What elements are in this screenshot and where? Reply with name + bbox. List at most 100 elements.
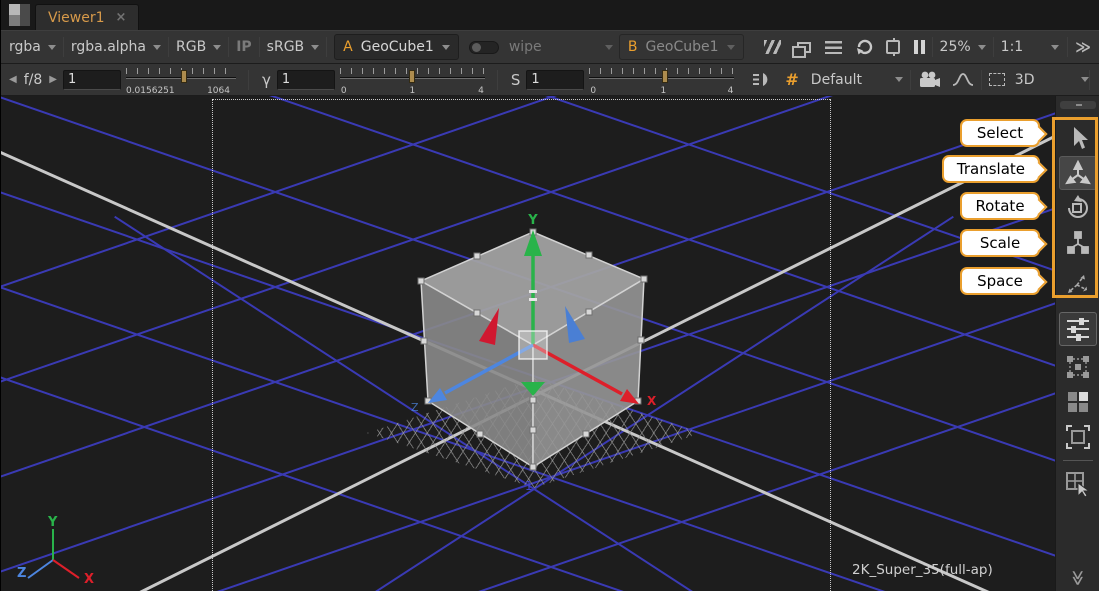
input-b-dropdown[interactable]: B GeoCube1 [619, 34, 744, 60]
lut-dropdown[interactable]: Default [811, 72, 903, 88]
gamma-input[interactable] [277, 70, 335, 90]
tick-label: 0 [341, 86, 347, 96]
prev-fstop-button[interactable]: ◀ [9, 74, 17, 85]
channels-dropdown[interactable]: RGB [176, 39, 221, 55]
tab-label: Viewer1 [48, 10, 105, 26]
chevron-down-icon [605, 45, 613, 50]
viewer-settings-button[interactable] [1059, 312, 1097, 346]
proxy-stripes-icon[interactable] [764, 40, 781, 54]
separator [910, 70, 911, 90]
roi-icon[interactable] [886, 40, 900, 54]
separator [1067, 37, 1068, 57]
callout-translate: Translate [942, 155, 1040, 183]
tick-label: 4 [728, 86, 734, 96]
callout-select: Select [960, 119, 1040, 147]
alpha-dropdown[interactable]: rgba.alpha [71, 39, 161, 55]
chevron-down-icon [153, 45, 161, 50]
slider-handle[interactable] [181, 70, 187, 83]
callout-space-label: Space [977, 272, 1023, 290]
separator [981, 70, 982, 90]
layout-cursor-icon [1064, 470, 1092, 498]
input-a-dropdown[interactable]: A GeoCube1 [334, 34, 459, 60]
float-window-icon[interactable] [797, 42, 811, 53]
callout-select-label: Select [977, 124, 1023, 142]
pane-menu-icon[interactable] [9, 4, 30, 26]
axis-z-line [28, 560, 53, 578]
chevron-down-icon [1051, 45, 1059, 50]
input-a-value: GeoCube1 [361, 39, 434, 55]
axis-z-label: Z [17, 566, 26, 581]
gain-input[interactable] [63, 70, 121, 90]
divider [1063, 460, 1093, 461]
axis-x-line [53, 560, 79, 578]
callout-scale-label: Scale [980, 234, 1020, 252]
axis-y-label: Y [47, 515, 58, 530]
input-a-label: A [343, 39, 353, 55]
zoom-dropdown[interactable]: 25% [940, 39, 986, 55]
scanlines-icon[interactable] [825, 41, 842, 54]
separator [1089, 70, 1090, 90]
wipe-dropdown[interactable]: wipe [509, 39, 613, 55]
gain-tick-label-right: 1064 [207, 86, 230, 96]
collapse-chevron-icon[interactable]: ≫ [1056, 569, 1099, 587]
viewer-toolbar-bottom: ◀ f/8 ▶ 0.0156251 1064 γ 0 1 4 S 0 [1, 64, 1099, 96]
tab-viewer1[interactable]: Viewer1 × [35, 4, 139, 30]
gain-tick-label-left: 0.0156251 [126, 86, 175, 96]
gain-slider[interactable]: 0.0156251 1064 [126, 65, 236, 95]
toolbar-collapse-handle[interactable] [1060, 101, 1096, 109]
chevron-down-icon [311, 45, 319, 50]
input-b-label: B [628, 39, 638, 55]
gamma-label: γ [262, 71, 271, 89]
marquee-icon[interactable] [989, 73, 1005, 86]
saturation-label: S [511, 71, 521, 89]
viewport-3d[interactable]: Y X Z 1 Y Z X 2K_Super_35(full-ap) [1, 96, 1055, 591]
close-icon[interactable]: × [116, 10, 127, 25]
chevron-down-icon [213, 45, 221, 50]
geo-cube[interactable]: Y X Z [351, 206, 711, 516]
quad-view-button[interactable] [1059, 385, 1097, 419]
wipe-toggle[interactable] [469, 41, 499, 54]
fstop-label: f/8 [24, 72, 43, 88]
ratio-dropdown[interactable]: 1:1 [1001, 39, 1059, 55]
quad-view-icon [1066, 390, 1090, 414]
tick-label: 1 [660, 86, 666, 96]
frame-view-button[interactable] [1059, 420, 1097, 454]
slider-handle[interactable] [662, 70, 668, 83]
colorspace-dropdown[interactable]: sRGB [267, 39, 319, 55]
gizmo-center-handle[interactable] [519, 331, 547, 359]
filter-curve-icon[interactable] [952, 72, 974, 87]
tick-label: 0 [590, 86, 596, 96]
expand-chevron-icon[interactable]: ≫ [1075, 38, 1091, 56]
layer-dropdown[interactable]: rgba [9, 39, 56, 55]
camera-icon[interactable] [918, 71, 942, 88]
pause-icon[interactable] [914, 40, 925, 54]
separator [993, 37, 994, 57]
tick-label: 1 [409, 86, 415, 96]
chevron-down-icon [727, 45, 735, 50]
format-bound-top [212, 99, 830, 100]
next-fstop-button[interactable]: ▶ [49, 74, 57, 85]
headlight-icon[interactable] [751, 71, 773, 88]
viewer-window: Viewer1 × rgba rgba.alpha RGB IP sRGB A … [0, 0, 1099, 591]
tab-bar: Viewer1 × [1, 0, 1099, 30]
grid-hash-icon[interactable]: # [785, 70, 798, 89]
saturation-input[interactable] [526, 70, 584, 90]
mode-dropdown[interactable]: 3D [1015, 72, 1089, 88]
separator [228, 37, 229, 57]
gamma-slider[interactable]: 0 1 4 [340, 65, 485, 95]
colorspace-dropdown-label: sRGB [267, 39, 304, 55]
viewer-toolbar-top: rgba rgba.alpha RGB IP sRGB A GeoCube1 w… [1, 30, 1099, 64]
refresh-icon[interactable] [854, 38, 874, 56]
ratio-dropdown-label: 1:1 [1001, 39, 1024, 55]
slider-handle[interactable] [409, 70, 415, 83]
multiview-button[interactable] [1059, 350, 1097, 384]
saturation-slider[interactable]: 0 1 4 [589, 65, 734, 95]
layout-select-button[interactable] [1059, 467, 1097, 501]
ip-button[interactable]: IP [236, 39, 251, 55]
gizmo-x-label: X [647, 394, 657, 408]
separator [63, 37, 64, 57]
format-bound-right [830, 99, 831, 591]
alpha-dropdown-label: rgba.alpha [71, 39, 146, 55]
gizmo-z-label: Z [411, 401, 419, 414]
annotation-highlight-box [1052, 117, 1098, 298]
